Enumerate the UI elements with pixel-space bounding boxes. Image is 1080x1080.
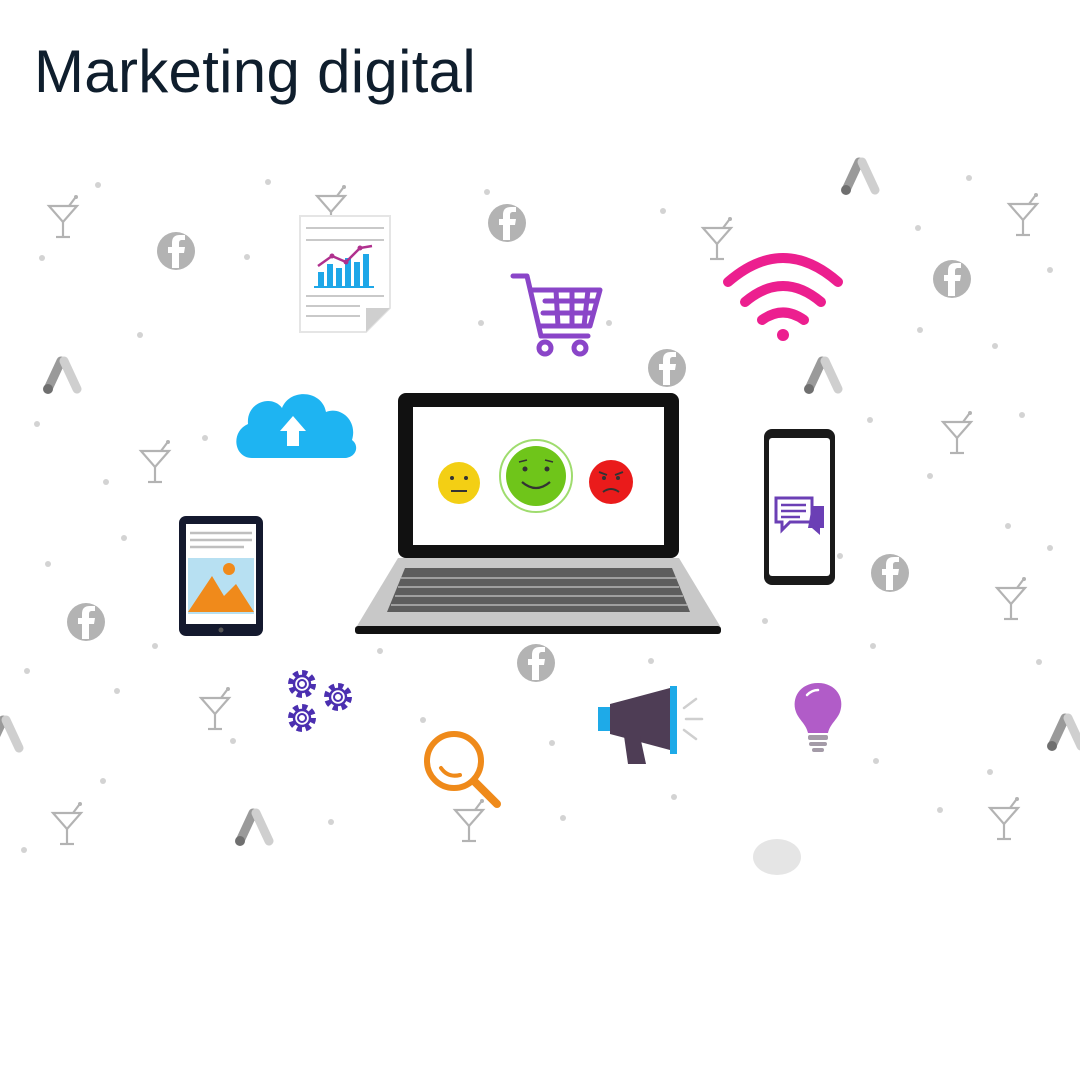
google-ads-icon: [43, 361, 77, 394]
martini-glass-icon: [701, 215, 734, 261]
google-ads-icon: [804, 361, 838, 394]
angry-face-icon: [589, 460, 633, 504]
shopping-cart-icon: [510, 273, 603, 357]
page-title: Marketing digital: [34, 38, 476, 105]
smartphone-chat-icon: [764, 429, 835, 585]
laptop-icon: [355, 393, 721, 634]
martini-glass-icon: [139, 438, 172, 484]
martini-glass-icon: [941, 409, 974, 455]
martini-glass-icon: [47, 193, 80, 239]
report-chart-icon: [299, 215, 391, 333]
wifi-icon: [723, 253, 843, 341]
lightbulb-icon: [794, 683, 842, 752]
google-ads-icon: [0, 720, 19, 753]
happy-face-icon: [499, 439, 573, 513]
facebook-icon: [157, 232, 195, 270]
martini-glass-icon: [453, 797, 486, 843]
martini-glass-icon: [51, 800, 84, 846]
facebook-icon: [517, 644, 555, 682]
google-ads-icon: [841, 162, 875, 195]
facebook-icon: [933, 260, 971, 298]
facebook-icon: [488, 204, 526, 242]
digital-marketing-illustration: [0, 140, 1080, 900]
google-ads-icon: [1047, 718, 1080, 751]
google-ads-icon: [235, 813, 269, 846]
martini-glass-icon: [199, 685, 232, 731]
martini-glass-icon: [1007, 191, 1040, 237]
megaphone-icon: [598, 686, 704, 764]
cloud-upload-icon: [236, 394, 357, 458]
facebook-icon: [648, 349, 686, 387]
martini-glass-icon: [988, 795, 1021, 841]
facebook-icon: [67, 603, 105, 641]
search-icon: [424, 731, 501, 808]
facebook-icon: [871, 554, 909, 592]
gears-icon: [291, 673, 349, 729]
neutral-face-icon: [438, 462, 480, 504]
martini-glass-icon: [995, 575, 1028, 621]
tablet-image-icon: [179, 516, 263, 636]
